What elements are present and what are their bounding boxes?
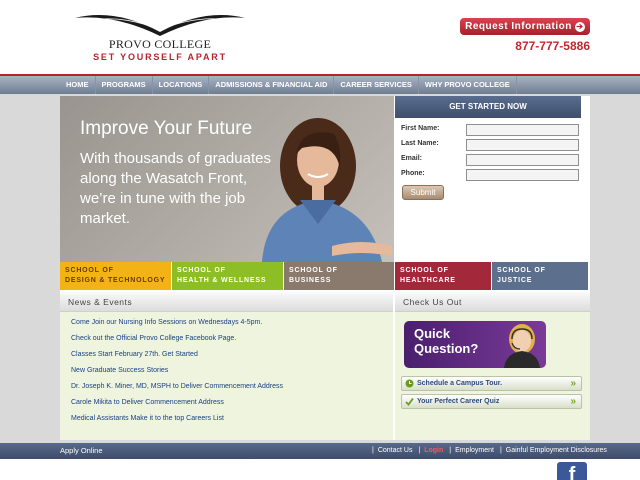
support-agent-photo bbox=[504, 324, 540, 368]
email-field[interactable] bbox=[466, 154, 579, 166]
request-information-label: Request Information bbox=[465, 21, 572, 32]
school-health-wellness[interactable]: SCHOOL OF HEALTH & WELLNESS bbox=[172, 262, 283, 290]
contact-us-link[interactable]: Contact Us bbox=[376, 447, 415, 454]
last-name-field[interactable] bbox=[466, 139, 579, 151]
site-header: PROVO COLLEGE SET YOURSELF APART Request… bbox=[0, 0, 640, 74]
quick-question-banner[interactable]: Quick Question? bbox=[404, 321, 546, 368]
school-name: DESIGN & TECHNOLOGY bbox=[65, 277, 166, 284]
nav-locations[interactable]: LOCATIONS bbox=[153, 76, 210, 94]
news-title: News & Events bbox=[60, 292, 393, 312]
form-title: GET STARTED NOW bbox=[395, 96, 581, 118]
news-item[interactable]: Check out the Official Provo College Fac… bbox=[71, 335, 236, 342]
school-name: JUSTICE bbox=[497, 277, 533, 284]
school-name: HEALTHCARE bbox=[400, 277, 456, 284]
school-name: BUSINESS bbox=[289, 277, 332, 284]
nav-home[interactable]: HOME bbox=[60, 76, 96, 94]
news-item[interactable]: Classes Start February 27th. Get Started bbox=[71, 351, 198, 358]
hero-text: With thousands of graduates along the Wa… bbox=[80, 150, 271, 227]
school-business[interactable]: SCHOOL OF BUSINESS bbox=[284, 262, 394, 290]
employment-link[interactable]: Employment bbox=[453, 447, 496, 454]
clock-icon bbox=[405, 379, 414, 388]
campus-tour-label: Schedule a Campus Tour. bbox=[417, 380, 503, 387]
nav-why-provo[interactable]: WHY PROVO COLLEGE bbox=[419, 76, 517, 94]
facebook-icon[interactable]: f bbox=[557, 462, 587, 480]
chevron-right-icon: » bbox=[570, 378, 576, 389]
nav-admissions[interactable]: ADMISSIONS & FINANCIAL AID bbox=[209, 76, 335, 94]
hero-heading: Improve Your Future bbox=[80, 118, 253, 139]
school-prefix: SCHOOL OF bbox=[400, 267, 449, 274]
apply-online-link[interactable]: Apply Online bbox=[60, 443, 103, 459]
check-title: Check Us Out bbox=[395, 292, 590, 312]
main-content: Improve Your Future With thousands of gr… bbox=[60, 96, 590, 440]
school-name: HEALTH & WELLNESS bbox=[177, 277, 267, 284]
news-item[interactable]: New Graduate Success Stories bbox=[71, 367, 168, 374]
hero-banner: Improve Your Future With thousands of gr… bbox=[60, 96, 394, 262]
footer-separator: | bbox=[372, 447, 374, 454]
logo-name: PROVO COLLEGE bbox=[108, 37, 212, 51]
login-link[interactable]: Login bbox=[422, 447, 445, 454]
chevron-right-icon: » bbox=[570, 396, 576, 407]
campus-tour-link[interactable]: Schedule a Campus Tour. » bbox=[401, 376, 582, 391]
first-name-label: First Name: bbox=[401, 125, 440, 132]
checkmark-icon bbox=[405, 397, 414, 406]
news-events-panel: News & Events Come Join our Nursing Info… bbox=[60, 292, 393, 440]
arrow-right-icon: ➔ bbox=[574, 22, 585, 32]
school-prefix: SCHOOL OF bbox=[497, 267, 546, 274]
nav-career-services[interactable]: CAREER SERVICES bbox=[334, 76, 419, 94]
last-name-label: Last Name: bbox=[401, 140, 439, 147]
main-nav: HOME PROGRAMS LOCATIONS ADMISSIONS & FIN… bbox=[60, 76, 517, 94]
school-tiles: SCHOOL OF DESIGN & TECHNOLOGY SCHOOL OF … bbox=[60, 262, 590, 290]
career-quiz-link[interactable]: Your Perfect Career Quiz » bbox=[401, 394, 582, 409]
school-justice[interactable]: SCHOOL OF JUSTICE bbox=[492, 262, 588, 290]
first-name-field[interactable] bbox=[466, 124, 579, 136]
logo-tagline: SET YOURSELF APART bbox=[93, 52, 227, 62]
footer-bottom bbox=[0, 459, 640, 480]
news-item[interactable]: Dr. Joseph K. Miner, MD, MSPH to Deliver… bbox=[71, 383, 283, 390]
logo-wings-icon bbox=[75, 15, 245, 36]
footer-separator: | bbox=[499, 447, 502, 454]
career-quiz-label: Your Perfect Career Quiz bbox=[417, 398, 500, 405]
news-item[interactable]: Medical Assistants Make it to the top Ca… bbox=[71, 415, 224, 422]
phone-label: Phone: bbox=[401, 170, 425, 177]
footer-links: | Contact Us | Login | Employment | Gainful … bbox=[370, 443, 609, 459]
school-prefix: SCHOOL OF bbox=[289, 267, 338, 274]
check-us-out-panel: Check Us Out Quick Question? Schedule a … bbox=[395, 292, 590, 440]
email-label: Email: bbox=[401, 155, 423, 162]
school-healthcare[interactable]: SCHOOL OF HEALTHCARE bbox=[395, 262, 491, 290]
school-prefix: SCHOOL OF bbox=[177, 267, 226, 274]
school-design-technology[interactable]: SCHOOL OF DESIGN & TECHNOLOGY bbox=[60, 262, 171, 290]
request-information-button[interactable]: Request Information ➔ bbox=[460, 18, 590, 35]
news-item[interactable]: Come Join our Nursing Info Sessions on W… bbox=[71, 319, 262, 326]
nav-programs[interactable]: PROGRAMS bbox=[96, 76, 153, 94]
news-item[interactable]: Carole Mikita to Deliver Commencement Ad… bbox=[71, 399, 224, 406]
phone-field[interactable] bbox=[466, 169, 579, 181]
submit-button[interactable]: Submit bbox=[402, 185, 444, 200]
site-footer: Apply Online | Contact Us | Login | Employm… bbox=[0, 443, 640, 459]
quick-question-label: Quick Question? bbox=[414, 326, 479, 356]
gainful-employment-link[interactable]: Gainful Employment Disclosures bbox=[504, 447, 609, 454]
get-started-form: GET STARTED NOW First Name: Last Name: E… bbox=[395, 96, 581, 262]
school-prefix: SCHOOL OF bbox=[65, 267, 114, 274]
phone-number: 877-777-5886 bbox=[515, 39, 590, 53]
provo-college-logo[interactable]: PROVO COLLEGE SET YOURSELF APART bbox=[70, 8, 250, 68]
